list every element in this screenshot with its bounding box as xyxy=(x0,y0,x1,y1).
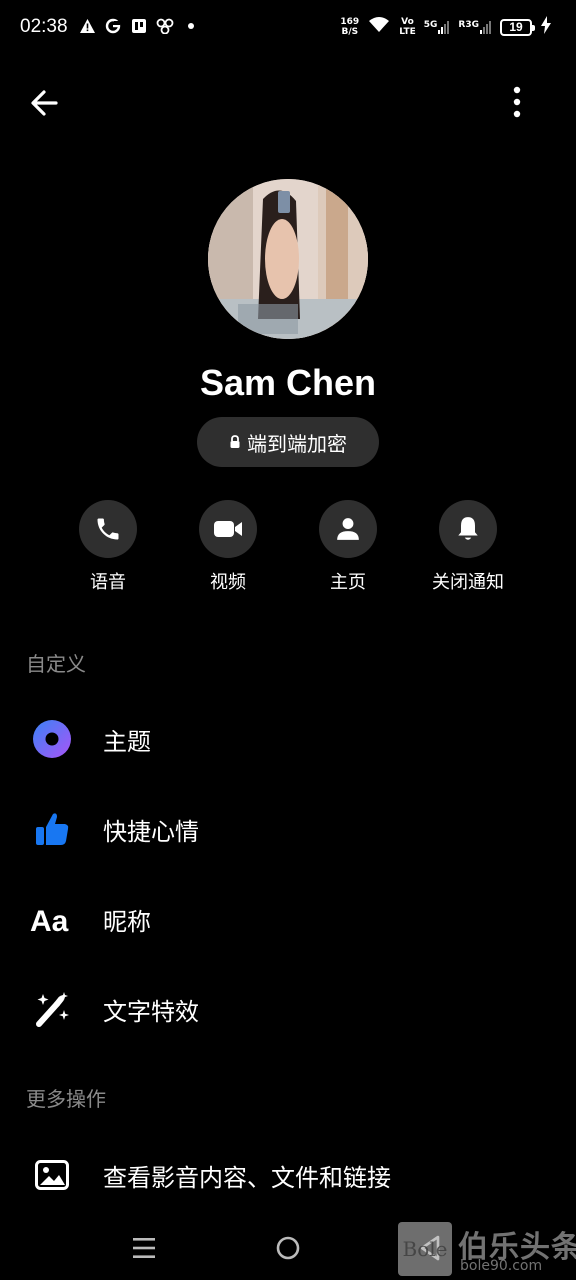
circle-home-icon xyxy=(276,1236,300,1260)
volte-indicator: Vo LTE xyxy=(399,17,416,37)
person-icon xyxy=(337,518,359,540)
warning-icon xyxy=(78,18,96,36)
bell-icon xyxy=(458,517,478,540)
nav-recents-button[interactable] xyxy=(127,1231,161,1265)
status-bar: 02:38 169 B/S Vo LTE 5G R3G 19 xyxy=(0,0,576,58)
sim2-label: R3G xyxy=(458,20,479,30)
battery-indicator: 19 xyxy=(500,18,535,36)
volte-bottom: LTE xyxy=(399,27,416,37)
mute-label: 关闭通知 xyxy=(432,572,504,593)
wifi-icon xyxy=(367,16,391,38)
svg-text:Aa: Aa xyxy=(30,905,69,935)
dot-icon xyxy=(182,18,200,36)
fan-icon xyxy=(156,18,174,36)
image-icon xyxy=(30,1153,74,1197)
row-theme[interactable]: 主题 xyxy=(0,694,576,784)
net-speed-unit: B/S xyxy=(341,27,359,37)
arrow-left-icon xyxy=(31,90,58,116)
video-camera-icon xyxy=(214,521,242,537)
signal-bars-icon xyxy=(480,21,491,34)
notification-icons xyxy=(78,18,200,36)
app-notification-icon xyxy=(130,18,148,36)
encryption-label: 端到端加密 xyxy=(247,431,347,456)
thumbs-up-icon xyxy=(30,807,74,851)
sim1-label: 5G xyxy=(423,20,438,30)
row-view-media-label: 查看影音内容、文件和链接 xyxy=(103,1163,391,1192)
avatar[interactable] xyxy=(208,179,368,339)
net-speed-value: 169 xyxy=(340,17,360,27)
quick-actions: 语音 视频 主页 关闭通知 xyxy=(48,500,528,600)
more-options-button[interactable] xyxy=(498,84,536,122)
mute-notifications-button[interactable] xyxy=(439,500,497,558)
watermark-logo: Bole xyxy=(398,1222,452,1276)
voice-call-label: 语音 xyxy=(90,572,126,593)
menu-icon xyxy=(133,1238,155,1258)
row-quick-reaction[interactable]: 快捷心情 xyxy=(0,784,576,874)
magic-wand-icon xyxy=(30,987,74,1031)
profile-label: 主页 xyxy=(330,572,366,593)
mute-action[interactable]: 关闭通知 xyxy=(408,500,528,600)
row-text-effects[interactable]: 文字特效 xyxy=(0,964,576,1054)
nav-home-button[interactable] xyxy=(271,1231,305,1265)
section-header-more: 更多操作 xyxy=(26,1087,106,1111)
row-view-media[interactable]: 查看影音内容、文件和链接 xyxy=(0,1130,576,1220)
theme-circle-icon xyxy=(30,717,74,761)
google-icon xyxy=(104,18,122,36)
row-nickname[interactable]: Aa 昵称 xyxy=(0,874,576,964)
row-theme-label: 主题 xyxy=(103,727,151,756)
sim2-signal: R3G xyxy=(458,20,492,34)
row-text-effects-label: 文字特效 xyxy=(103,997,199,1026)
volte-top: Vo xyxy=(401,17,414,27)
profile-name: Sam Chen xyxy=(199,362,377,403)
video-call-label: 视频 xyxy=(210,572,246,593)
status-time: 02:38 xyxy=(20,16,68,37)
charging-icon xyxy=(540,16,552,38)
phone-icon xyxy=(97,518,119,540)
sim1-signal: 5G xyxy=(424,20,451,34)
row-nickname-label: 昵称 xyxy=(103,907,151,936)
avatar-photo xyxy=(208,179,368,339)
encryption-badge[interactable]: 端到端加密 xyxy=(197,417,379,467)
voice-call-action[interactable]: 语音 xyxy=(48,500,168,600)
section-header-customize: 自定义 xyxy=(26,652,86,676)
status-right: 169 B/S Vo LTE 5G R3G 19 xyxy=(340,16,552,38)
signal-bars-icon xyxy=(438,21,450,34)
profile-button[interactable] xyxy=(319,500,377,558)
net-speed: 169 B/S xyxy=(340,17,359,37)
profile-action[interactable]: 主页 xyxy=(288,500,408,600)
voice-call-button[interactable] xyxy=(79,500,137,558)
text-aa-icon: Aa xyxy=(30,897,74,941)
video-call-button[interactable] xyxy=(199,500,257,558)
back-button[interactable] xyxy=(26,84,64,122)
more-vertical-icon xyxy=(513,86,521,118)
watermark-subtitle: bole90.com xyxy=(460,1258,543,1274)
watermark: Bole 伯乐头条 bole90.com xyxy=(398,1222,576,1276)
video-call-action[interactable]: 视频 xyxy=(168,500,288,600)
row-quick-reaction-label: 快捷心情 xyxy=(103,817,199,846)
lock-icon xyxy=(230,435,240,448)
